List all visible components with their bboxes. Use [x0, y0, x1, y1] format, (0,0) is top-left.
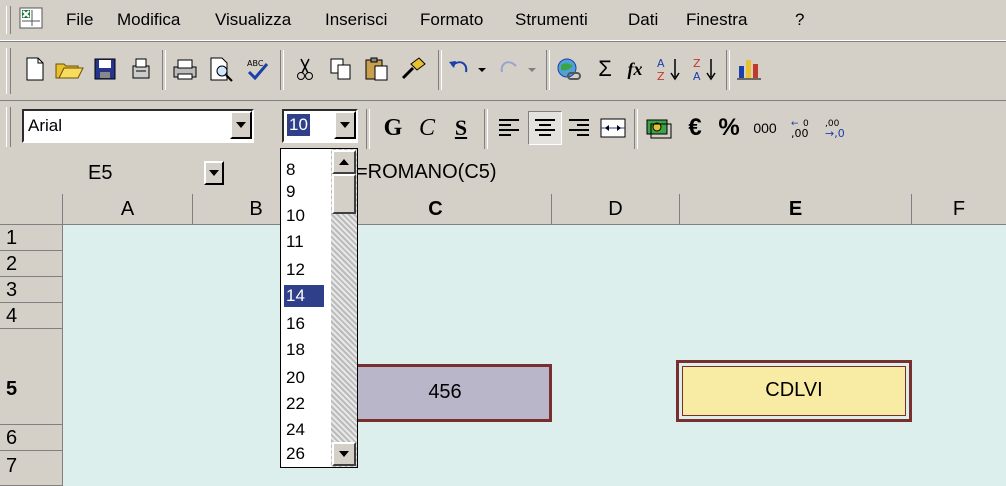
svg-text:0: 0	[803, 119, 809, 129]
font-name-box[interactable]: Arial	[22, 109, 254, 143]
row-header-5[interactable]: 5	[0, 329, 63, 425]
font-size-option[interactable]: 8	[284, 159, 324, 181]
scroll-down-button[interactable]	[332, 442, 356, 466]
scroll-thumb[interactable]	[332, 174, 356, 214]
euro-button[interactable]: €	[678, 111, 712, 145]
save-icon[interactable]	[88, 52, 122, 86]
svg-text:→,0: →,0	[825, 127, 845, 140]
menu-strumenti[interactable]: Strumenti	[515, 10, 588, 30]
svg-text:A: A	[657, 57, 665, 70]
permission-icon[interactable]	[124, 52, 158, 86]
align-center-icon[interactable]	[528, 111, 562, 145]
menu-modifica[interactable]: Modifica	[117, 10, 180, 30]
font-size-box[interactable]: 10	[282, 109, 358, 143]
align-left-icon[interactable]	[492, 111, 526, 145]
increase-decimal-icon[interactable]: ← ,00 0	[786, 111, 820, 145]
toolbar-grip[interactable]	[6, 48, 11, 94]
font-size-option[interactable]: 16	[284, 313, 324, 335]
font-size-dropdown-button[interactable]	[334, 111, 356, 139]
paste-icon[interactable]	[360, 52, 394, 86]
column-header-d[interactable]: D	[552, 194, 680, 225]
font-name-value: Arial	[28, 116, 63, 135]
cell-e5-value: CDLVI	[682, 366, 906, 416]
font-size-option[interactable]: 18	[284, 339, 324, 361]
row-header-6[interactable]: 6	[0, 425, 63, 451]
font-name-dropdown-button[interactable]	[230, 111, 252, 139]
menu-finestra[interactable]: Finestra	[686, 10, 747, 30]
italic-button[interactable]: C	[410, 111, 444, 145]
font-size-option[interactable]: 9	[284, 181, 324, 203]
merge-center-icon[interactable]	[596, 111, 630, 145]
hyperlink-icon[interactable]	[552, 52, 586, 86]
svg-text:A: A	[693, 70, 701, 83]
formula-content[interactable]: =ROMANO(C5)	[356, 161, 497, 184]
column-header-f[interactable]: F	[912, 194, 1006, 225]
svg-text:Z: Z	[657, 70, 665, 83]
menubar-grip[interactable]	[6, 6, 11, 34]
cut-icon[interactable]	[288, 52, 322, 86]
font-size-option[interactable]: 11	[284, 231, 324, 253]
format-painter-icon[interactable]	[396, 52, 430, 86]
standard-toolbar: ABC Σ fx AZ ZA	[0, 41, 1006, 101]
select-all-corner[interactable]	[0, 194, 63, 225]
font-size-option[interactable]: 12	[284, 259, 324, 281]
cell-e5[interactable]: CDLVI	[676, 360, 912, 422]
row-header-2[interactable]: 2	[0, 251, 63, 277]
menu-formato[interactable]: Formato	[420, 10, 483, 30]
chart-wizard-icon[interactable]	[732, 52, 766, 86]
formula-bar: E5 =ROMANO(C5)	[0, 153, 1006, 193]
format-toolbar-grip[interactable]	[6, 107, 11, 147]
bold-button[interactable]: G	[376, 111, 410, 145]
undo-icon[interactable]	[444, 52, 492, 86]
row-header-7[interactable]: 7	[0, 451, 63, 486]
currency-icon[interactable]	[642, 111, 676, 145]
sort-descending-icon[interactable]: ZA	[688, 52, 722, 86]
worksheet-grid: A B C D E F 1 2 3 4 5 6 7 456 CDLVI	[0, 194, 1006, 486]
font-size-option[interactable]: 10	[284, 205, 324, 227]
spelling-icon[interactable]: ABC	[240, 52, 274, 86]
insert-function-icon[interactable]: fx	[618, 52, 652, 86]
scroll-up-button[interactable]	[332, 150, 356, 174]
percent-button[interactable]: %	[712, 111, 746, 145]
font-size-option-selected[interactable]: 14	[284, 285, 324, 307]
row-header-3[interactable]: 3	[0, 277, 63, 303]
menu-bar: File Modifica Visualizza Inserisci Forma…	[0, 0, 1006, 41]
svg-text:Z: Z	[693, 57, 701, 70]
column-header-a[interactable]: A	[63, 194, 193, 225]
svg-text:ABC: ABC	[247, 59, 264, 68]
font-size-list-scrollbar[interactable]	[331, 149, 357, 467]
autosum-icon[interactable]: Σ	[588, 52, 622, 86]
print-preview-icon[interactable]	[204, 52, 238, 86]
menu-inserisci[interactable]: Inserisci	[325, 10, 387, 30]
align-right-icon[interactable]	[562, 111, 596, 145]
name-box-dropdown-button[interactable]	[204, 161, 224, 185]
row-header-4[interactable]: 4	[0, 303, 63, 329]
formatting-toolbar: Arial 10 G C S € % 000 ← ,00 0 ,00 →,0	[0, 100, 1006, 154]
excel-doc-icon[interactable]	[18, 6, 46, 32]
font-size-option[interactable]: 26	[284, 443, 324, 465]
font-size-option[interactable]: 20	[284, 367, 324, 389]
cell-c5[interactable]: 456	[338, 364, 552, 422]
sort-ascending-icon[interactable]: AZ	[652, 52, 686, 86]
decrease-decimal-icon[interactable]: ,00 →,0	[820, 111, 854, 145]
menu-file[interactable]: File	[66, 10, 93, 30]
row-header-1[interactable]: 1	[0, 225, 63, 251]
menu-dati[interactable]: Dati	[628, 10, 658, 30]
thousands-separator-button[interactable]: 000	[748, 111, 782, 145]
name-box[interactable]: E5	[66, 159, 254, 189]
column-header-e[interactable]: E	[680, 194, 912, 225]
redo-icon[interactable]	[494, 52, 542, 86]
font-size-dropdown-list[interactable]: 8 9 10 11 12 14 16 18 20 22 24 26	[280, 148, 358, 468]
new-document-icon[interactable]	[18, 52, 52, 86]
underline-button[interactable]: S	[444, 111, 478, 145]
open-folder-icon[interactable]	[52, 52, 86, 86]
font-size-option[interactable]: 24	[284, 419, 324, 441]
copy-icon[interactable]	[324, 52, 358, 86]
font-size-value: 10	[287, 114, 310, 136]
print-icon[interactable]	[168, 52, 202, 86]
font-size-option[interactable]: 22	[284, 393, 324, 415]
menu-visualizza[interactable]: Visualizza	[215, 10, 291, 30]
menu-help[interactable]: ?	[795, 10, 804, 30]
name-box-value: E5	[88, 162, 113, 184]
